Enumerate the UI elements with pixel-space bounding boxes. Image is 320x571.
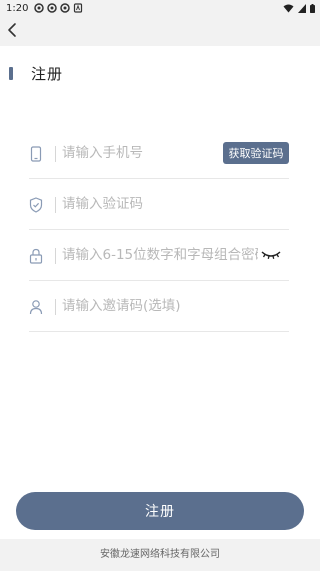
wifi-icon bbox=[283, 4, 294, 12]
app-notification-icon bbox=[74, 3, 83, 13]
phone-input[interactable] bbox=[62, 142, 212, 164]
code-row bbox=[29, 179, 289, 230]
status-bar: 1:20 bbox=[0, 0, 320, 16]
nav-header bbox=[0, 16, 320, 46]
code-input[interactable] bbox=[62, 193, 282, 215]
phone-row: 获取验证码 bbox=[29, 128, 289, 179]
eye-closed-icon[interactable] bbox=[261, 249, 281, 261]
field-separator bbox=[55, 197, 56, 213]
user-icon bbox=[29, 300, 43, 315]
notification-icon bbox=[47, 3, 58, 13]
field-separator bbox=[55, 299, 56, 315]
status-time: 1:20 bbox=[6, 2, 29, 14]
invite-row bbox=[29, 281, 289, 332]
field-separator bbox=[55, 248, 56, 264]
shield-icon bbox=[29, 197, 43, 213]
notification-icon bbox=[60, 3, 71, 13]
lock-icon bbox=[29, 248, 43, 264]
battery-icon bbox=[310, 3, 315, 13]
page-title: 注册 bbox=[31, 65, 64, 83]
title-accent-bar bbox=[9, 67, 13, 80]
company-footer: 安徽龙速网络科技有限公司 bbox=[0, 539, 320, 571]
notification-icon bbox=[34, 3, 45, 13]
signal-icon bbox=[298, 3, 306, 13]
field-separator bbox=[55, 146, 56, 162]
register-button[interactable]: 注册 bbox=[16, 492, 304, 530]
password-input[interactable] bbox=[62, 244, 258, 266]
invite-code-input[interactable] bbox=[62, 295, 282, 317]
password-row bbox=[29, 230, 289, 281]
back-arrow-icon[interactable] bbox=[6, 22, 20, 38]
get-code-button[interactable]: 获取验证码 bbox=[223, 142, 289, 164]
register-panel: 注册 获取验证码 bbox=[0, 46, 320, 539]
phone-icon bbox=[30, 146, 42, 162]
